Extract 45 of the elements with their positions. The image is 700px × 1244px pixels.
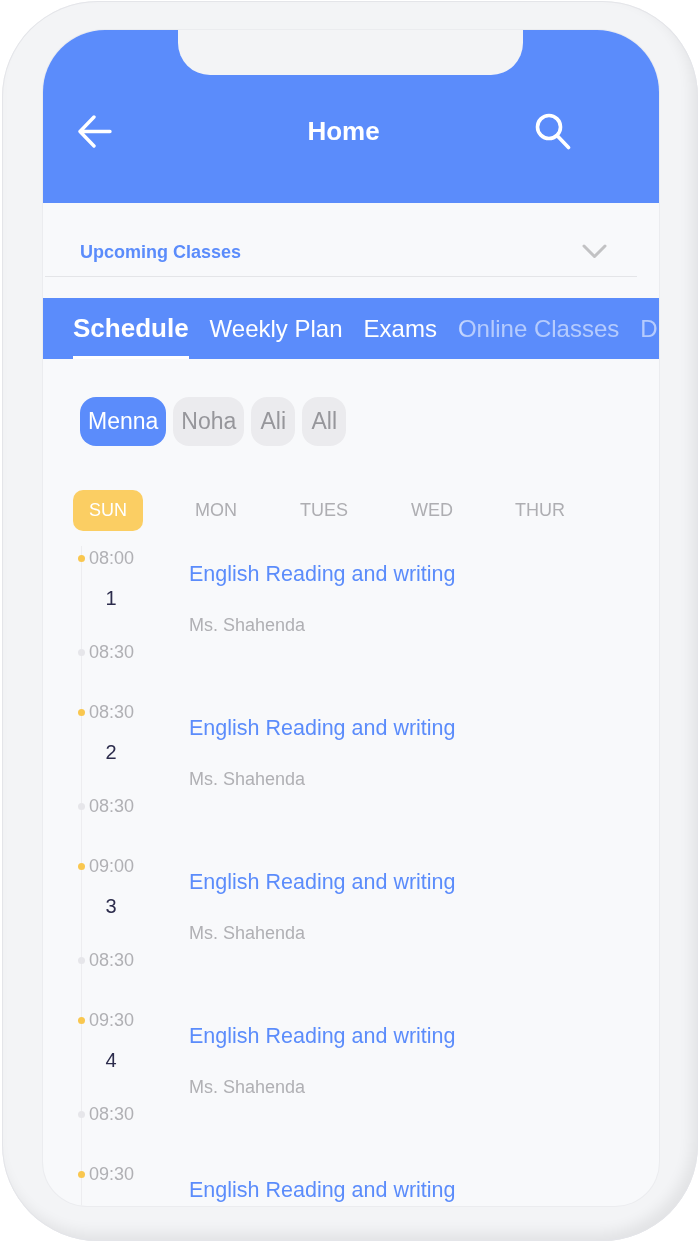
student-chip[interactable]: All	[302, 397, 347, 446]
class-title[interactable]: English Reading and writing	[189, 868, 456, 896]
start-time: 08:30	[89, 701, 135, 723]
upcoming-classes-toggle[interactable]: Upcoming Classes	[45, 203, 637, 277]
tab[interactable]: Schedule	[73, 298, 189, 359]
class-title[interactable]: English Reading and writing	[189, 560, 456, 588]
start-time: 09:00	[89, 855, 135, 877]
teacher-name: Ms. Shahenda	[189, 768, 307, 791]
student-chip[interactable]: Noha	[173, 397, 245, 446]
start-time: 09:30	[89, 1009, 135, 1031]
tab[interactable]: D	[640, 298, 658, 359]
tab[interactable]: Exams	[363, 298, 437, 359]
arrow-left-icon[interactable]	[78, 114, 112, 148]
day-tab[interactable]: THUR	[505, 490, 575, 531]
end-time: 08:30	[89, 641, 135, 663]
dot-icon	[78, 708, 85, 716]
lesson-number: 2	[104, 740, 118, 764]
tab[interactable]: Weekly Plan	[209, 298, 343, 359]
teacher-name: Ms. Shahenda	[189, 614, 307, 637]
end-time: 08:30	[89, 949, 135, 971]
start-time: 08:00	[89, 547, 135, 569]
page-title: Home	[306, 115, 381, 147]
student-chip[interactable]: Ali	[251, 397, 296, 446]
class-title[interactable]: English Reading and writing	[189, 714, 456, 742]
dot-icon	[78, 862, 85, 870]
dot-icon	[78, 554, 85, 562]
lesson-number: 3	[104, 894, 118, 918]
lesson-number: 1	[104, 586, 118, 610]
student-chip[interactable]: Menna	[80, 397, 167, 446]
search-icon[interactable]	[535, 112, 571, 150]
chevron-down-icon	[582, 244, 607, 259]
day-tab[interactable]: TUES	[289, 490, 359, 531]
teacher-name: Ms. Shahenda	[189, 922, 307, 945]
end-time: 08:30	[89, 795, 135, 817]
end-time: 08:30	[89, 1103, 135, 1125]
dot-icon	[78, 1170, 85, 1178]
class-title[interactable]: English Reading and writing	[189, 1022, 456, 1050]
day-tab[interactable]: WED	[397, 490, 467, 531]
class-title[interactable]: English Reading and writing	[189, 1176, 456, 1204]
tab[interactable]: Online Classes	[457, 298, 620, 359]
dot-icon	[78, 1016, 85, 1024]
teacher-name: Ms. Shahenda	[189, 1076, 307, 1099]
lesson-number: 4	[104, 1048, 118, 1072]
day-tab[interactable]: MON	[181, 490, 251, 531]
start-time: 09:30	[89, 1163, 135, 1185]
